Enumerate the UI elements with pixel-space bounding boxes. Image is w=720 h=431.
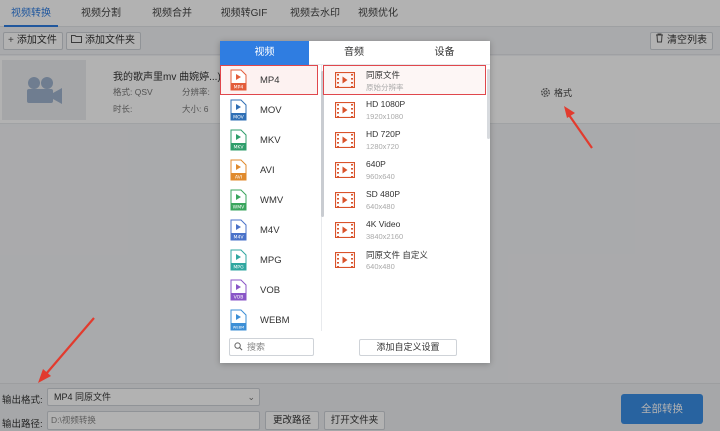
file-type-icon-label: MKV	[233, 145, 244, 151]
preset-list: 同原文件原始分辨率 HD 1080P 1920x1080 HD 720P 1280x72…	[323, 65, 490, 331]
file-type-icon: WEBM	[230, 309, 247, 331]
file-type-icon-label: WEBM	[233, 326, 244, 330]
format-item-label: VOB	[260, 284, 281, 296]
format-item[interactable]: MPG MPG	[220, 245, 318, 275]
file-type-icon: WMV	[230, 189, 247, 211]
film-icon	[335, 222, 355, 238]
preset-subtitle: 640x480	[366, 202, 395, 211]
file-type-icon-label: MOV	[233, 115, 244, 121]
format-item-label: MP4	[260, 74, 280, 86]
format-list: MP4 MP4 MOV MOV MKV MKV AVI AVI WMV WMV M4V M4V MPG M…	[220, 65, 322, 331]
file-type-icon: M4V	[230, 219, 247, 241]
preset-subtitle: 原始分辨率	[366, 83, 404, 92]
preset-list-scrollbar[interactable]	[487, 69, 490, 139]
file-type-icon: AVI	[230, 159, 247, 181]
format-item-label: M4V	[260, 224, 280, 236]
preset-item[interactable]: 同原文件 自定义 640x480	[323, 245, 486, 275]
tab-video[interactable]: 视频	[220, 41, 309, 65]
format-item[interactable]: WMV WMV	[220, 185, 318, 215]
search-icon	[234, 342, 243, 351]
preset-title: 4K Video	[366, 219, 401, 229]
preset-subtitle: 3840x2160	[366, 232, 404, 241]
preset-title: 同原文件 自定义	[366, 250, 428, 260]
film-icon	[335, 192, 355, 208]
format-item-label: WMV	[260, 194, 284, 206]
file-type-icon-label: AVI	[235, 175, 242, 181]
format-item-label: MKV	[260, 134, 281, 146]
format-item[interactable]: WEBM WEBM	[220, 305, 318, 331]
preset-item[interactable]: 4K Video 3840x2160	[323, 215, 486, 245]
file-type-icon-label: M4V	[233, 235, 244, 241]
preset-title: HD 720P	[366, 129, 401, 139]
add-custom-setting-button[interactable]: 添加自定义设置	[359, 339, 457, 356]
preset-subtitle: 1920x1080	[366, 112, 404, 121]
format-item[interactable]: VOB VOB	[220, 275, 318, 305]
preset-item[interactable]: 同原文件 原始分辨率	[323, 65, 486, 95]
preset-title: SD 480P	[366, 189, 401, 199]
file-type-icon: MPG	[230, 249, 247, 271]
format-item[interactable]: MKV MKV	[220, 125, 318, 155]
file-type-icon: MOV	[230, 99, 247, 121]
format-item[interactable]: MOV MOV	[220, 95, 318, 125]
preset-title: 640P	[366, 159, 386, 169]
file-type-icon-label: MPG	[233, 265, 244, 271]
film-icon	[335, 72, 355, 88]
format-item[interactable]: M4V M4V	[220, 215, 318, 245]
tab-audio[interactable]: 音频	[309, 41, 399, 65]
format-item-label: WEBM	[260, 314, 290, 326]
preset-title: 同原文件	[366, 70, 401, 80]
preset-item[interactable]: HD 1080P 1920x1080	[323, 95, 486, 125]
film-icon	[335, 132, 355, 148]
preset-item[interactable]: 640P 960x640	[323, 155, 486, 185]
preset-item[interactable]: HD 720P 1280x720	[323, 125, 486, 155]
popup-tab-bar: 视频 音频 设备	[220, 41, 490, 65]
file-type-icon: MP4	[230, 69, 247, 91]
format-item-label: MOV	[260, 104, 282, 116]
preset-subtitle: 1280x720	[366, 142, 399, 151]
format-popup: 视频 音频 设备 MP4 MP4 MOV MOV MKV MKV AVI AVI WMV WMV M…	[220, 41, 490, 363]
preset-item[interactable]: SD 480P 640x480	[323, 185, 486, 215]
film-icon	[335, 252, 355, 268]
file-type-icon-label: MP4	[234, 85, 244, 91]
format-item[interactable]: AVI AVI	[220, 155, 318, 185]
film-icon	[335, 102, 355, 118]
file-type-icon: VOB	[230, 279, 247, 301]
file-type-icon-label: WMV	[233, 205, 246, 211]
preset-title: HD 1080P	[366, 99, 406, 109]
search-placeholder: 搜索	[247, 342, 266, 352]
file-type-icon-label: VOB	[234, 295, 244, 301]
film-icon	[335, 162, 355, 178]
format-item-label: MPG	[260, 254, 282, 266]
format-search-input[interactable]: 搜索	[229, 338, 314, 356]
file-type-icon: MKV	[230, 129, 247, 151]
format-item[interactable]: MP4 MP4	[220, 65, 318, 95]
preset-subtitle: 640x480	[366, 262, 395, 271]
preset-subtitle: 960x640	[366, 172, 395, 181]
tab-device[interactable]: 设备	[399, 41, 490, 65]
format-item-label: AVI	[260, 164, 275, 176]
